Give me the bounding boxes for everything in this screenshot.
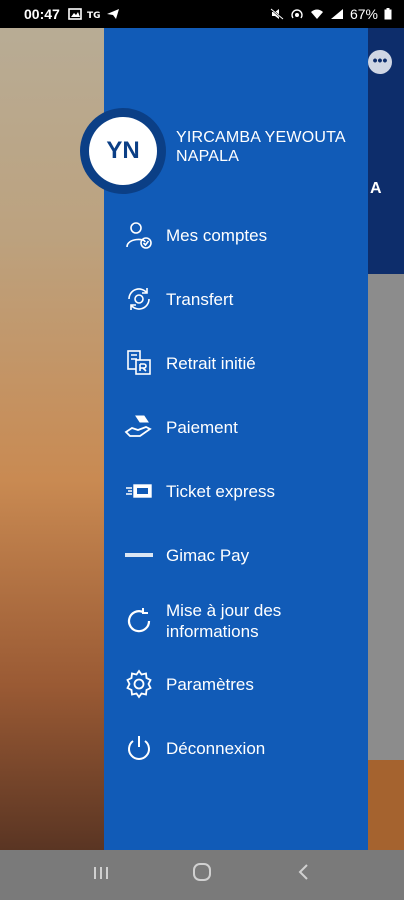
payment-hand-icon — [122, 410, 156, 444]
menu-label: Gimac Pay — [166, 545, 250, 565]
menu-item-transfert[interactable]: Transfert — [122, 282, 362, 316]
status-time: 00:47 — [24, 6, 60, 22]
mute-icon — [270, 8, 284, 20]
home-button[interactable] — [182, 862, 222, 888]
battery-percent: 67% — [349, 6, 378, 22]
menu-item-ticket-express[interactable]: Ticket express — [122, 474, 362, 508]
status-bar: 00:47 TG 67% — [0, 0, 404, 28]
status-right-icons: 67% — [270, 6, 392, 22]
menu-label: Déconnexion — [166, 738, 266, 758]
menu-item-paiement[interactable]: Paiement — [122, 410, 362, 444]
ticket-express-icon — [122, 474, 156, 508]
menu-label: Paramètres — [166, 674, 254, 694]
power-icon — [122, 731, 156, 765]
menu-item-deconnexion[interactable]: Déconnexion — [122, 731, 362, 765]
background-text: A — [370, 180, 382, 197]
menu-label: Mes comptes — [166, 225, 268, 245]
status-left-icons: TG — [68, 8, 120, 20]
more-options-button[interactable]: ••• — [368, 50, 392, 74]
signal-icon — [330, 9, 343, 19]
menu-item-mes-comptes[interactable]: Mes comptes — [122, 218, 362, 252]
home-icon — [192, 863, 211, 881]
gimac-logo-icon — [122, 538, 156, 572]
menu-item-retrait-initie[interactable]: Retrait initié — [122, 346, 362, 380]
withdrawal-icon — [122, 346, 156, 380]
menu-label: Paiement — [166, 417, 238, 437]
hotspot-icon — [291, 9, 303, 19]
user-name-line1: YIRCAMBA YEWOUTA — [176, 129, 346, 146]
transfer-icon — [122, 282, 156, 316]
avatar[interactable]: YN — [89, 117, 157, 185]
battery-icon — [384, 8, 392, 20]
refresh-icon — [122, 604, 156, 638]
menu-label: Transfert — [166, 289, 234, 309]
svg-text:TG: TG — [87, 11, 101, 20]
user-name: YIRCAMBA YEWOUTA NAPALA — [176, 128, 376, 166]
menu-item-gimac-pay[interactable]: Gimac Pay — [122, 538, 362, 572]
menu-label: Ticket express — [166, 481, 275, 501]
menu-item-mise-a-jour[interactable]: Mise à jour des informations — [122, 600, 362, 642]
menu-label: Retrait initié — [166, 353, 256, 373]
account-check-icon — [122, 218, 156, 252]
menu-label-line2: informations — [166, 622, 259, 641]
recent-apps-icon — [93, 866, 108, 879]
recent-apps-button[interactable] — [81, 864, 121, 887]
gallery-notification-icon — [68, 8, 82, 20]
settings-gear-icon — [122, 667, 156, 701]
user-name-line2: NAPALA — [176, 148, 240, 165]
menu-item-parametres[interactable]: Paramètres — [122, 667, 362, 701]
menu-label: Mise à jour des informations — [166, 600, 281, 642]
back-icon — [298, 864, 309, 880]
wifi-icon — [310, 9, 323, 19]
send-notification-icon — [106, 9, 119, 19]
system-navigation-bar — [0, 850, 404, 900]
network-notification-icon: TG — [87, 11, 101, 20]
menu-label-line1: Mise à jour des — [166, 601, 282, 620]
back-button[interactable] — [283, 863, 323, 887]
